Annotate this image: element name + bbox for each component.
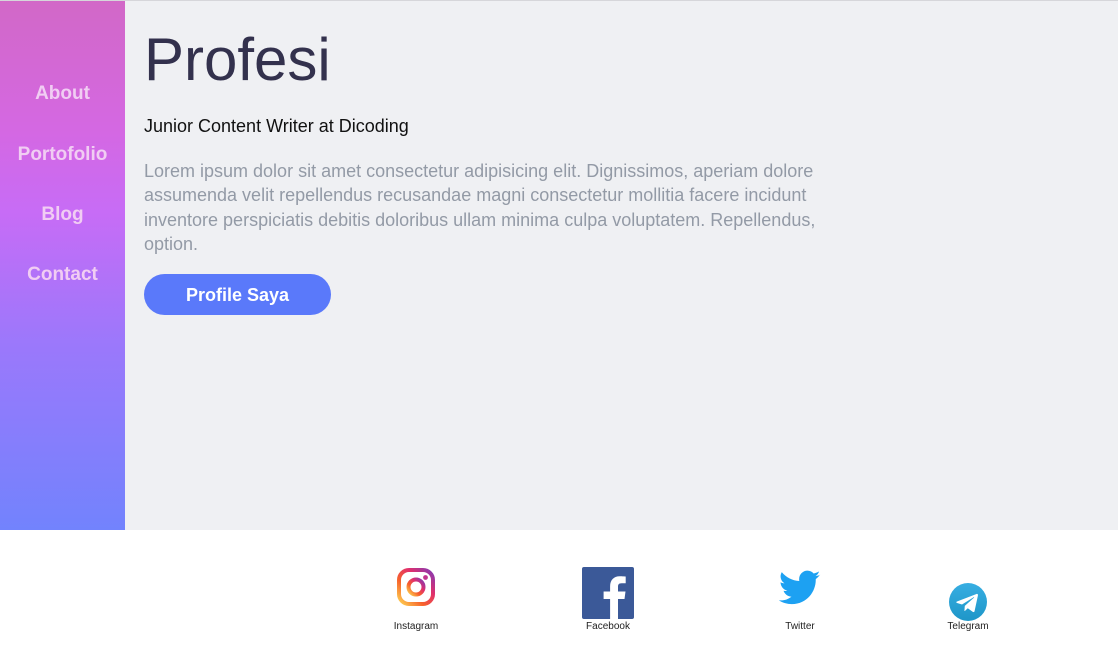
nav-item-blog[interactable]: Blog	[0, 204, 125, 226]
nav-item-portofolio[interactable]: Portofolio	[0, 144, 125, 166]
description-text: Lorem ipsum dolor sit amet consectetur a…	[144, 161, 816, 254]
twitter-icon	[779, 570, 821, 605]
social-link-instagram[interactable]: Instagram	[356, 530, 476, 655]
social-label-telegram: Telegram	[947, 621, 989, 632]
footer-social: Instagram Facebook Twitter Telegram	[0, 530, 1118, 655]
telegram-icon	[949, 583, 987, 621]
page-title: Profesi	[144, 26, 331, 93]
social-label-facebook: Facebook	[586, 621, 630, 632]
nav-item-contact[interactable]: Contact	[0, 264, 125, 286]
social-link-twitter[interactable]: Twitter	[740, 530, 860, 655]
social-link-facebook[interactable]: Facebook	[548, 530, 668, 655]
instagram-icon	[397, 568, 435, 606]
social-label-instagram: Instagram	[393, 621, 439, 632]
job-title: Junior Content Writer at Dicoding	[144, 116, 409, 136]
sidebar: About Portofolio Blog Contact	[0, 1, 125, 530]
nav-item-about[interactable]: About	[0, 83, 125, 105]
facebook-icon	[582, 567, 634, 619]
social-link-telegram[interactable]: Telegram	[908, 530, 1028, 655]
social-label-twitter: Twitter	[785, 621, 815, 632]
profile-button[interactable]: Profile Saya	[144, 274, 331, 315]
main-content: Profesi Junior Content Writer at Dicodin…	[125, 1, 1118, 530]
